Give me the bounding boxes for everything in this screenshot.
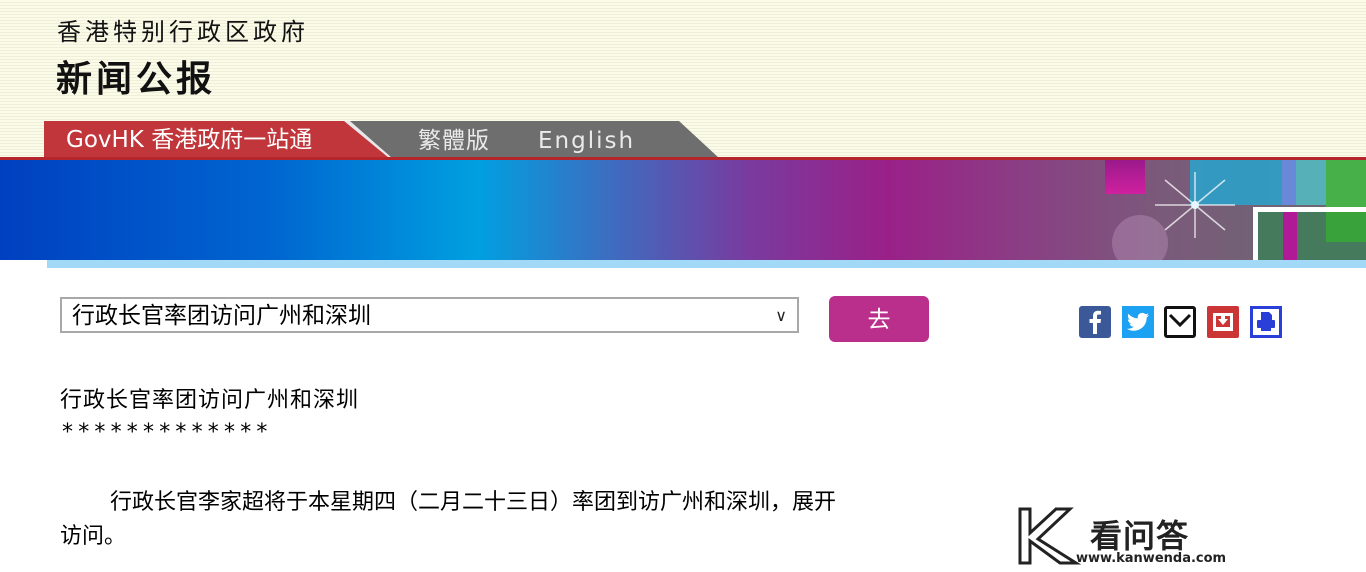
traditional-chinese-link[interactable]: 繁體版 [418, 121, 490, 158]
banner-decoration [1105, 160, 1145, 194]
go-button[interactable]: 去 [829, 296, 929, 342]
sparkle-icon [1155, 172, 1235, 238]
press-release-select[interactable]: 行政长官率团访问广州和深圳 ∨ [60, 297, 799, 333]
select-value: 行政长官率团访问广州和深圳 [72, 303, 371, 329]
facebook-share-button[interactable] [1079, 306, 1111, 338]
paragraph-text: 行政长官李家超将于本星期四（二月二十三日）率团到访广州和深圳，展开 [110, 490, 837, 515]
chevron-down-icon: ∨ [775, 306, 787, 325]
print-button[interactable] [1250, 306, 1282, 338]
banner-decoration [1283, 212, 1297, 260]
banner-decoration [1296, 160, 1326, 205]
email-share-button[interactable] [1164, 306, 1196, 338]
language-tabs: GovHK 香港政府一站通 繁體版 English [44, 121, 724, 158]
english-link[interactable]: English [538, 121, 635, 158]
twitter-icon [1127, 312, 1149, 331]
paragraph-continuation: 访问。 [60, 524, 127, 549]
banner-image [0, 160, 1366, 260]
facebook-icon [1089, 310, 1101, 334]
download-button[interactable] [1207, 306, 1239, 338]
email-icon [1168, 313, 1192, 328]
print-icon [1257, 312, 1275, 331]
watermark: 看问答 www.kanwenda.com [1016, 505, 1226, 570]
masthead: 香港特别行政区政府 新闻公报 GovHK 香港政府一站通 繁體版 English [0, 0, 1366, 160]
banner-decoration [1326, 212, 1366, 242]
headline-separator: ************* [62, 420, 273, 445]
watermark-url: www.kanwenda.com [1076, 551, 1227, 566]
press-release-title: 新闻公报 [56, 59, 217, 100]
twitter-share-button[interactable] [1122, 306, 1154, 338]
article-headline: 行政长官率团访问广州和深圳 [60, 388, 360, 413]
govhk-link[interactable]: GovHK 香港政府一站通 [44, 121, 389, 158]
banner-strip [47, 260, 1366, 268]
download-icon [1213, 313, 1233, 331]
banner-decoration [1282, 160, 1296, 205]
government-title: 香港特别行政区政府 [57, 18, 309, 46]
tab-background [344, 121, 719, 158]
